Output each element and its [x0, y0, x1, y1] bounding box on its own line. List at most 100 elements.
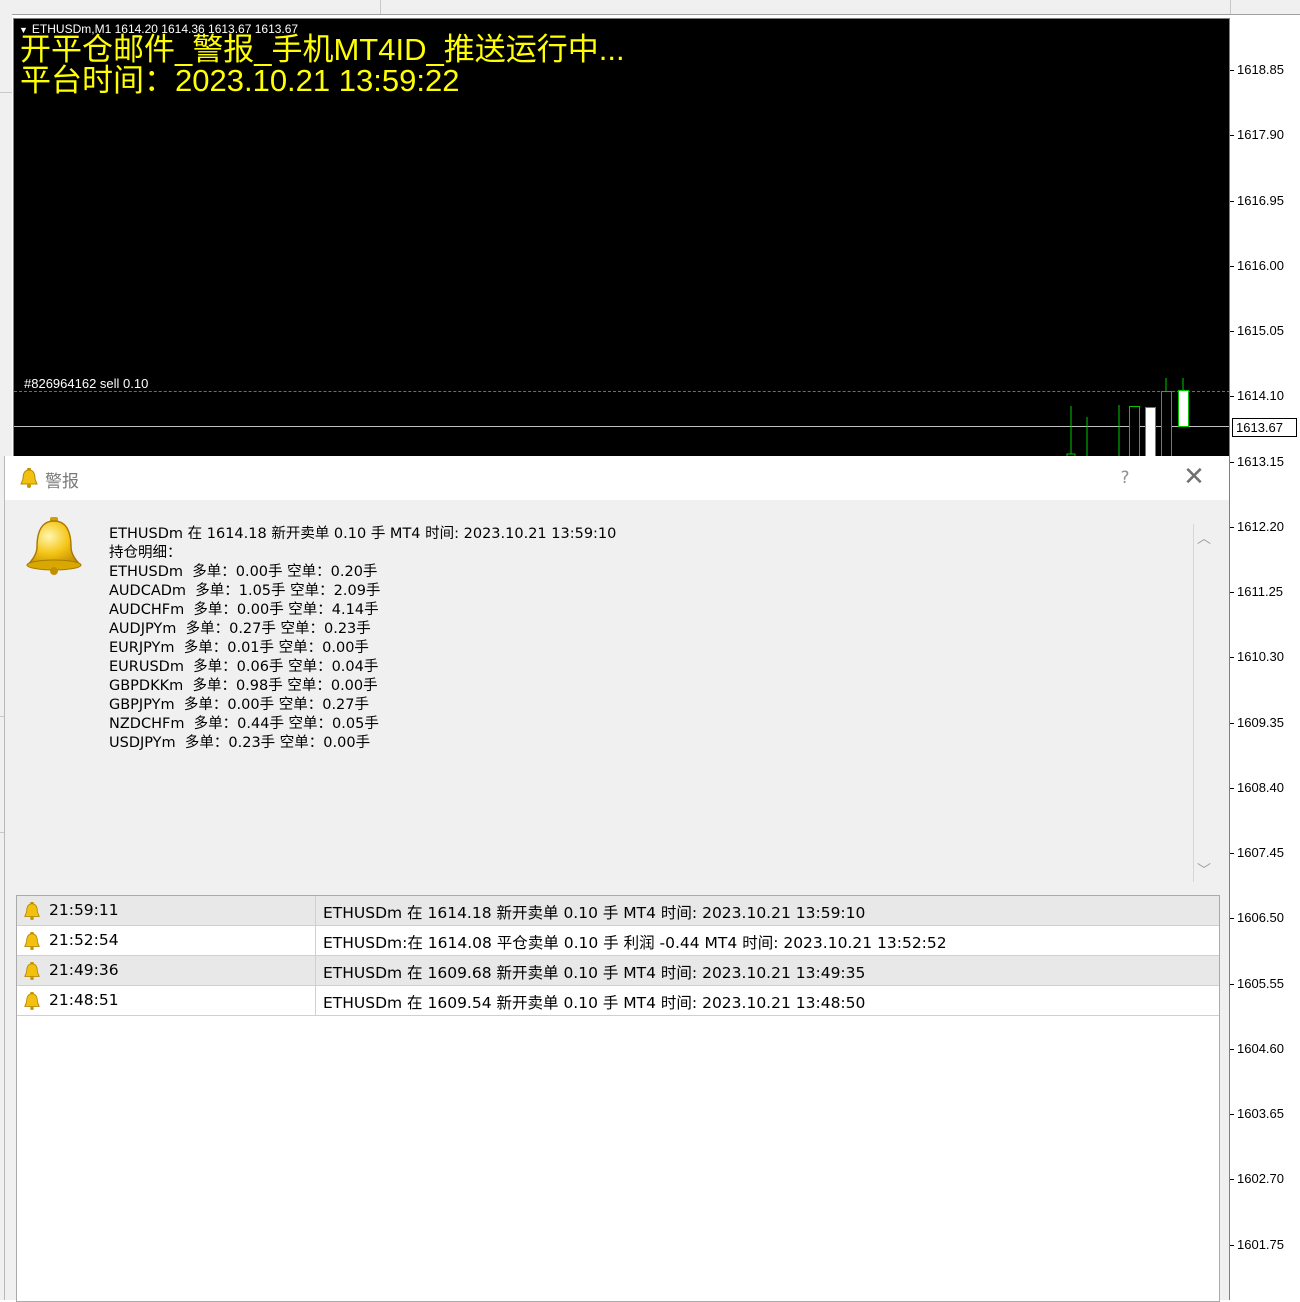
dialog-title: 警报	[45, 472, 79, 492]
price-tick-label: 1610.30	[1237, 649, 1284, 665]
price-tick: 1602.70	[1230, 1171, 1300, 1187]
alert-row[interactable]: 21:59:11 ETHUSDm 在 1614.18 新开卖单 0.10 手 M…	[17, 896, 1219, 926]
price-tick-label: 1607.45	[1237, 845, 1284, 860]
navigator-divider	[0, 92, 12, 93]
alert-text: ETHUSDm 在 1609.68 新开卖单 0.10 手 MT4 时间: 20…	[323, 964, 866, 982]
price-tick-label: 1616.00	[1237, 257, 1284, 273]
tick-mark	[1230, 787, 1234, 789]
price-tick-label: 1614.10	[1237, 388, 1284, 404]
price-tick: 1611.25	[1230, 584, 1300, 600]
message-line: AUDJPYm 多单：0.27手 空单：0.23手	[109, 621, 371, 637]
price-tick-label: 1616.95	[1237, 192, 1284, 208]
price-tick: 1606.50	[1230, 910, 1300, 926]
column-separator	[315, 896, 316, 925]
tick-mark	[1230, 983, 1234, 985]
tick-mark	[1230, 1114, 1234, 1115]
column-separator	[315, 956, 316, 985]
tick-mark	[1230, 722, 1234, 724]
tick-mark	[1230, 918, 1234, 920]
tick-mark	[1230, 461, 1234, 463]
tick-mark	[1230, 526, 1234, 528]
candle-body	[1145, 407, 1156, 457]
help-button[interactable]: ?	[1111, 464, 1139, 492]
bell-icon	[24, 962, 40, 980]
tick-mark	[1230, 1048, 1234, 1050]
alert-row[interactable]: 21:48:51 ETHUSDm 在 1609.54 新开卖单 0.10 手 M…	[17, 986, 1219, 1016]
price-tick-label: 1602.70	[1237, 1171, 1284, 1187]
price-tick-label: 1603.65	[1237, 1106, 1284, 1121]
alert-text: ETHUSDm:在 1614.08 平仓卖单 0.10 手 利润 -0.44 M…	[323, 934, 947, 952]
price-tick-label: 1618.85	[1237, 62, 1284, 77]
message-line: AUDCHFm 多单：0.00手 空单：4.14手	[109, 602, 379, 618]
alert-time: 21:52:54	[49, 931, 119, 949]
tick-mark	[1230, 657, 1234, 659]
price-tick: 1603.65	[1230, 1106, 1300, 1122]
message-line: ETHUSDm 在 1614.18 新开卖单 0.10 手 MT4 时间: 20…	[109, 526, 617, 542]
price-axis[interactable]: 1618.85 1617.90 1616.95 1616.00 1615.05 1614.…	[1229, 18, 1300, 1300]
price-tick-label: 1605.55	[1237, 975, 1284, 991]
price-tick: 1607.45	[1230, 845, 1300, 861]
column-separator	[315, 926, 316, 955]
dialog-titlebar[interactable]: 警报 ? ✕	[5, 456, 1229, 500]
alert-time: 21:48:51	[49, 991, 119, 1009]
bell-icon	[24, 992, 40, 1010]
price-tick-label: 1612.20	[1237, 518, 1284, 534]
message-line: ETHUSDm 多单：0.00手 空单：0.20手	[109, 564, 378, 580]
message-line: EURUSDm 多单：0.06手 空单：0.04手	[109, 659, 379, 675]
price-tick-label: 1606.50	[1237, 910, 1284, 926]
price-tick: 1609.35	[1230, 714, 1300, 731]
alert-message: ETHUSDm 在 1614.18 新开卖单 0.10 手 MT4 时间: 20…	[109, 525, 616, 753]
price-tick-label: 1615.05	[1237, 323, 1284, 338]
message-line: GBPDKKm 多单：0.98手 空单：0.00手	[109, 678, 378, 694]
tick-mark	[1230, 396, 1234, 398]
tick-mark	[1230, 265, 1234, 267]
message-line: AUDCADm 多单：1.05手 空单：2.09手	[109, 583, 381, 599]
bell-icon	[24, 932, 40, 950]
terminal-toolbar	[0, 0, 1300, 15]
scroll-down-icon[interactable]: ﹀	[1193, 860, 1215, 880]
price-tick: 1614.10	[1230, 388, 1300, 404]
candle-body	[1161, 391, 1172, 457]
price-tick-label: 1611.25	[1237, 584, 1284, 599]
price-tick: 1618.85	[1230, 62, 1300, 78]
price-tick-label: 1613.15	[1237, 453, 1284, 469]
message-line: USDJPYm 多单：0.23手 空单：0.00手	[109, 735, 371, 751]
price-tick: 1601.75	[1230, 1236, 1300, 1253]
toolbar-separator	[1230, 0, 1231, 14]
price-tick: 1613.15	[1230, 453, 1300, 470]
message-scrollbar[interactable]: ︿ ﹀	[1193, 522, 1215, 884]
price-tick: 1604.60	[1230, 1040, 1300, 1057]
alert-history-list[interactable]: 21:59:11 ETHUSDm 在 1614.18 新开卖单 0.10 手 M…	[16, 895, 1220, 1302]
tick-mark	[1230, 853, 1234, 854]
bell-icon	[24, 902, 40, 920]
alert-text: ETHUSDm 在 1609.54 新开卖单 0.10 手 MT4 时间: 20…	[323, 994, 866, 1012]
close-button[interactable]: ✕	[1169, 462, 1219, 492]
bell-icon	[20, 468, 38, 488]
message-line: NZDCHFm 多单：0.44手 空单：0.05手	[109, 716, 379, 732]
price-tick-label: 1609.35	[1237, 714, 1284, 730]
toolbar-separator	[380, 0, 381, 14]
tick-mark	[1230, 70, 1234, 71]
price-tick: 1616.00	[1230, 257, 1300, 274]
alert-text: ETHUSDm 在 1614.18 新开卖单 0.10 手 MT4 时间: 20…	[323, 904, 866, 922]
alert-row[interactable]: 21:52:54 ETHUSDm:在 1614.08 平仓卖单 0.10 手 利…	[17, 926, 1219, 956]
tick-mark	[1230, 135, 1234, 137]
alert-bell-icon	[26, 517, 82, 575]
price-tick: 1610.30	[1230, 649, 1300, 665]
price-tick: 1616.95	[1230, 192, 1300, 209]
price-tick: 1605.55	[1230, 975, 1300, 992]
tick-mark	[1230, 200, 1234, 202]
column-separator	[315, 986, 316, 1015]
scrollbar-track[interactable]	[1193, 524, 1194, 882]
alert-row[interactable]: 21:49:36 ETHUSDm 在 1609.68 新开卖单 0.10 手 M…	[17, 956, 1219, 986]
price-tick-label: 1601.75	[1237, 1236, 1284, 1252]
price-chart[interactable]: ▼ ETHUSDm,M1 1614.20 1614.36 1613.67 1613…	[13, 18, 1230, 458]
message-line: 持仓明细：	[109, 545, 182, 561]
scroll-up-icon[interactable]: ︿	[1193, 528, 1215, 548]
price-tick-label: 1617.90	[1237, 127, 1284, 143]
price-tick: 1612.20	[1230, 518, 1300, 535]
alert-dialog: 警报 ? ✕ ETHUSDm 在 1614.18 新开卖单 0.10 手 MT4…	[4, 456, 1229, 1302]
price-tick-label: 1604.60	[1237, 1040, 1284, 1056]
candlesticks	[1066, 378, 1189, 457]
alert-time: 21:49:36	[49, 961, 119, 979]
